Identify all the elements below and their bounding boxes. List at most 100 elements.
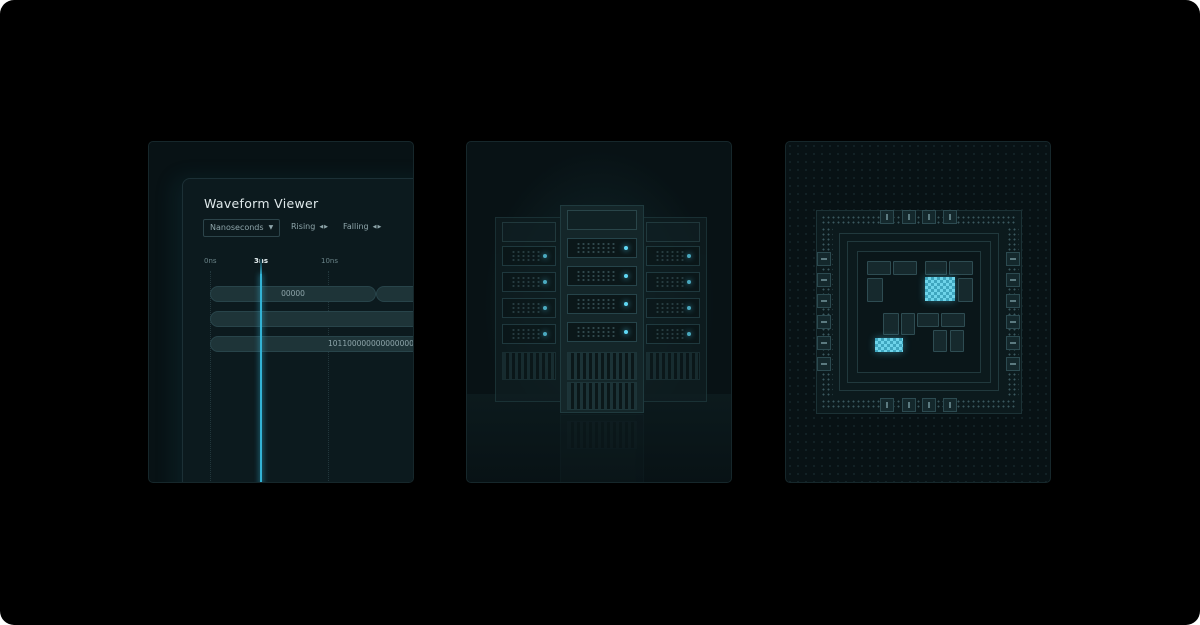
led-icon (687, 254, 691, 258)
rack-reflection (560, 414, 644, 482)
rack-vent (646, 352, 700, 380)
signal-bar[interactable] (376, 286, 413, 302)
chevron-down-icon: ▼ (268, 224, 274, 231)
signal-value: 00000 (281, 289, 305, 298)
rack-unit (502, 324, 556, 344)
chip-block (917, 313, 939, 327)
vent-mesh (576, 242, 616, 254)
vent-mesh (511, 328, 542, 340)
chip-block (867, 278, 883, 302)
chip-block-active (875, 338, 903, 352)
vent-mesh (655, 276, 686, 288)
vent-mesh (655, 302, 686, 314)
led-icon (687, 306, 691, 310)
pin-row (821, 399, 1017, 409)
waveform-card: Waveform Viewer Nanoseconds ▼ Rising ◀▶ … (148, 141, 414, 483)
vent-mesh (655, 328, 686, 340)
showcase-frame: Waveform Viewer Nanoseconds ▼ Rising ◀▶ … (0, 0, 1200, 625)
vent-mesh (511, 276, 542, 288)
signal-bar[interactable]: 00000 (210, 286, 376, 302)
waveform-viewer-panel: Waveform Viewer Nanoseconds ▼ Rising ◀▶ … (182, 178, 414, 482)
server-card (466, 141, 732, 483)
vent-mesh (511, 302, 542, 314)
chip-pad (943, 210, 957, 224)
vent-mesh (576, 298, 616, 310)
led-icon (624, 274, 628, 278)
vent-mesh (655, 250, 686, 262)
signal-bar[interactable]: 10110000000000000000 (210, 336, 414, 352)
server-rack-center (560, 205, 644, 413)
rack-vent (567, 382, 637, 410)
chip-pad (1006, 252, 1020, 266)
vent-mesh (576, 326, 616, 338)
chip-package (816, 210, 1022, 414)
rack-vent (567, 352, 637, 380)
rising-label: Rising (291, 222, 316, 231)
vent-mesh (511, 250, 542, 262)
led-icon (543, 254, 547, 258)
rack-unit (567, 266, 637, 286)
chip-pad (817, 357, 831, 371)
rack-panel (502, 222, 556, 242)
chip-block (933, 330, 947, 352)
chip-block (941, 313, 965, 327)
rack-unit (567, 238, 637, 258)
server-rack-right (639, 217, 707, 402)
falling-edge-control[interactable]: Falling ◀▶ (343, 222, 382, 231)
signal-bar[interactable] (210, 311, 413, 327)
chip-block (867, 261, 891, 275)
vent-mesh (576, 270, 616, 282)
chip-block-active (925, 277, 955, 301)
chip-pad (817, 336, 831, 350)
rack-unit (567, 294, 637, 314)
time-tick: 10ns (321, 257, 338, 265)
chip-pad (922, 210, 936, 224)
chip-pad (817, 273, 831, 287)
chip-pad (922, 398, 936, 412)
rack-vent (502, 352, 556, 380)
chip-pad (817, 252, 831, 266)
led-icon (687, 332, 691, 336)
signal-value: 10110000000000000000 (328, 339, 414, 348)
left-right-arrows-icon[interactable]: ◀▶ (373, 224, 383, 230)
led-icon (687, 280, 691, 284)
rack-unit (567, 322, 637, 342)
chip-pad (1006, 336, 1020, 350)
chip-card (785, 141, 1051, 483)
pin-row (821, 215, 1017, 225)
chip-pad (1006, 315, 1020, 329)
server-rack-left (495, 217, 563, 402)
chip-pad (943, 398, 957, 412)
rising-edge-control[interactable]: Rising ◀▶ (291, 222, 329, 231)
time-cursor[interactable] (260, 274, 262, 482)
led-icon (624, 246, 628, 250)
chip-pad (1006, 294, 1020, 308)
waveform-title: Waveform Viewer (204, 196, 319, 211)
chip-block (925, 261, 947, 275)
chip-block (949, 261, 973, 275)
time-unit-value: Nanoseconds (210, 223, 264, 232)
time-unit-select[interactable]: Nanoseconds ▼ (203, 219, 281, 237)
falling-label: Falling (343, 222, 369, 231)
led-icon (624, 302, 628, 306)
rack-unit (646, 272, 700, 292)
chip-pad (902, 210, 916, 224)
chip-block (901, 313, 915, 335)
rack-panel (646, 222, 700, 242)
left-right-arrows-icon[interactable]: ◀▶ (319, 224, 329, 230)
chip-pad (817, 315, 831, 329)
chip-pad (817, 294, 831, 308)
rack-unit (502, 246, 556, 266)
chip-pad (880, 398, 894, 412)
rack-vent (567, 421, 637, 449)
chip-pad (902, 398, 916, 412)
grid-line (328, 271, 329, 482)
chip-block (958, 278, 973, 302)
time-tick: 0ns (204, 257, 217, 265)
chip-pad (1006, 357, 1020, 371)
led-icon (543, 332, 547, 336)
rack-unit (646, 298, 700, 318)
rack-unit (502, 298, 556, 318)
grid-line (210, 271, 211, 482)
chip-pad (1006, 273, 1020, 287)
